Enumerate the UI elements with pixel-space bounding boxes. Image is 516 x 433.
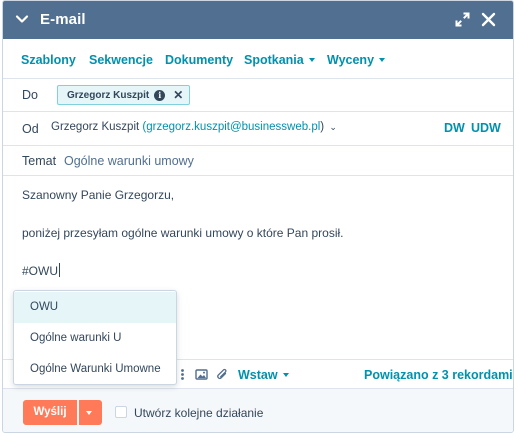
menu-documents[interactable]: Dokumenty [165, 53, 233, 67]
body-line: poniżej przesyłam ogólne warunki umowy o… [22, 226, 344, 240]
from-selector[interactable]: Grzegorz Kuszpit (grzegorz.kuszpit@busin… [51, 121, 337, 133]
from-row: Od Grzegorz Kuszpit (grzegorz.kuszpit@bu… [3, 112, 513, 146]
suggestion-item[interactable]: Ogólne Warunki Umowne [14, 354, 176, 385]
caret-down-icon [282, 372, 289, 377]
subject-input[interactable]: Ogólne warunki umowy [64, 154, 194, 168]
recipient-name: Grzegorz Kuszpit [67, 89, 150, 101]
composer-header: E-mail [3, 1, 513, 39]
to-label: Do [22, 88, 38, 102]
cc-button[interactable]: DW [444, 121, 465, 135]
caret-down-icon [379, 57, 386, 62]
menu-templates[interactable]: Szablony [21, 53, 76, 67]
subject-label: Temat [22, 154, 57, 168]
insert-menu[interactable]: Wstaw [238, 368, 289, 382]
caret-down-icon [308, 57, 315, 62]
attachment-icon[interactable] [216, 368, 229, 381]
subject-row: Temat Ogólne warunki umowy [3, 146, 513, 176]
expand-icon[interactable] [455, 12, 470, 27]
to-row: Do Grzegorz Kuszpit i ✕ [3, 79, 513, 112]
more-options-icon[interactable] [176, 368, 189, 381]
snippet-suggestions: OWU Ogólne warunki U Ogólne Warunki Umow… [13, 290, 177, 385]
send-button[interactable]: Wyślij [23, 400, 77, 425]
associations-menu[interactable]: Powiązano z 3 rekordami [364, 368, 513, 382]
close-icon[interactable] [481, 12, 496, 27]
info-icon[interactable]: i [154, 89, 166, 101]
from-label: Od [22, 122, 39, 136]
body-typed: #OWU [22, 263, 60, 278]
from-email: (grzegorz.kuszpit@businessweb.pl [142, 121, 321, 133]
text-cursor [59, 263, 60, 277]
caret-down-icon [86, 411, 92, 415]
composer-title: E-mail [40, 11, 86, 28]
remove-recipient-icon[interactable]: ✕ [173, 89, 183, 101]
send-options-button[interactable] [79, 400, 102, 425]
recipient-chip[interactable]: Grzegorz Kuszpit i ✕ [57, 85, 191, 105]
composer-footer: Wyślij Utwórz kolejne działanie [3, 388, 513, 432]
suggestion-item[interactable]: OWU [14, 292, 176, 323]
body-greeting: Szanowny Panie Grzegorzu, [22, 188, 175, 202]
menu-quotes[interactable]: Wyceny [327, 53, 386, 67]
followup-checkbox[interactable] [115, 406, 127, 418]
email-composer: E-mail Szablony Sekwencje Dokumenty Spot… [2, 0, 514, 433]
chevron-down-icon: ⌄ [329, 122, 337, 132]
from-name: Grzegorz Kuszpit [51, 121, 140, 133]
menu-meetings[interactable]: Spotkania [244, 53, 315, 67]
image-icon[interactable] [195, 368, 208, 381]
menu-sequences[interactable]: Sekwencje [89, 53, 153, 67]
suggestion-item[interactable]: Ogólne warunki U [14, 323, 176, 354]
from-email-suffix: ) [320, 121, 325, 133]
bcc-button[interactable]: UDW [471, 121, 501, 135]
tools-menu: Szablony Sekwencje Dokumenty Spotkania W… [3, 39, 513, 79]
chevron-down-icon[interactable] [15, 12, 29, 26]
followup-label: Utwórz kolejne działanie [134, 406, 264, 420]
